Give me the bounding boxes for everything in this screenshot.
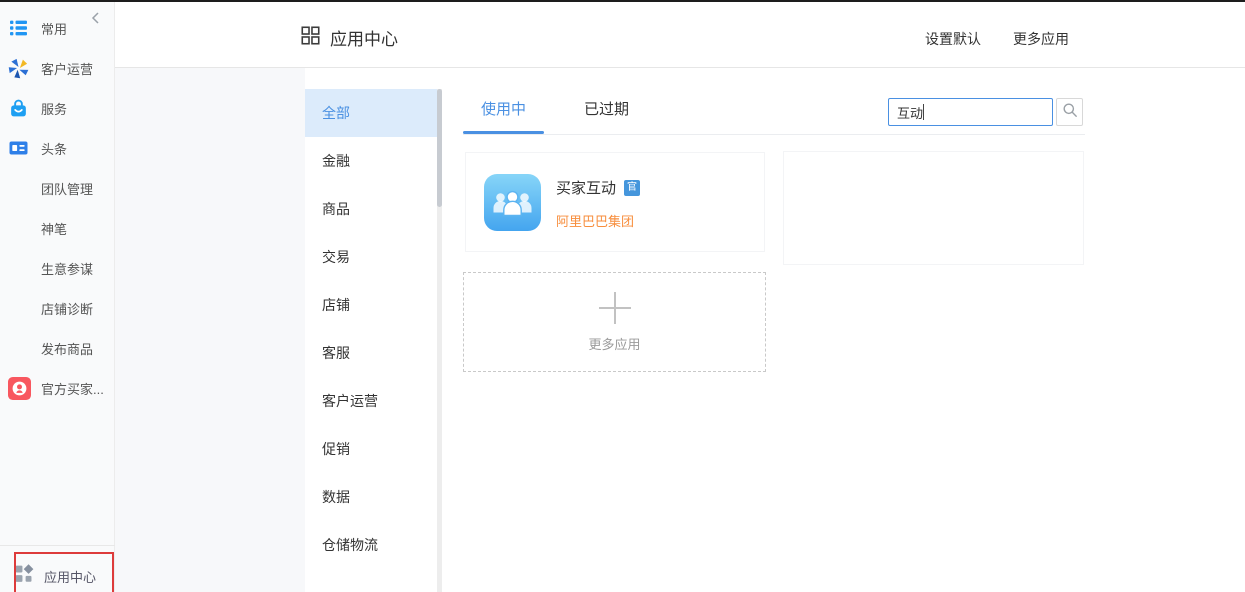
app-card-interactive-service-window[interactable]: 互动服务窗 官 阿里巴巴集团 — [790, 152, 1077, 252]
list-icon — [8, 16, 34, 40]
more-apps-label: 更多应用 — [588, 334, 640, 353]
page-title: 应用中心 — [330, 25, 398, 50]
chat-window-app-icon — [809, 174, 866, 231]
category-goods[interactable]: 商品 — [305, 185, 438, 233]
category-scrollbar[interactable] — [437, 89, 442, 592]
page-title-wrap: 应用中心 — [301, 25, 398, 50]
sidebar-item-publish-product[interactable]: 发布商品 — [0, 328, 114, 368]
sidebar-item-business-advisor[interactable]: 生意参谋 — [0, 248, 114, 288]
tabs-divider — [463, 134, 1085, 135]
sidebar-item-magic-pen[interactable]: 神笔 — [0, 208, 114, 248]
search-icon — [1062, 102, 1078, 123]
app-center-window: 常用 客户运营 — [0, 0, 1245, 592]
tab-expired[interactable]: 已过期 — [566, 89, 647, 134]
category-trade[interactable]: 交易 — [305, 233, 438, 281]
category-all[interactable]: 全部 — [305, 89, 438, 137]
category-scrollbar-thumb[interactable] — [437, 89, 442, 207]
app-card-buyer-interaction[interactable]: 买家互动 官 阿里巴巴集团 — [465, 152, 765, 252]
pin-icon[interactable] — [1038, 169, 1060, 191]
app-center-icon — [13, 563, 34, 589]
more-apps-button[interactable]: 更多应用 — [1013, 29, 1069, 49]
sidebar-item-headlines[interactable]: 头条 — [0, 128, 114, 168]
sidebar-divider — [0, 545, 115, 546]
category-data[interactable]: 数据 — [305, 473, 438, 521]
sidebar-item-label: 应用中心 — [44, 567, 96, 586]
app-name: 买家互动 — [556, 177, 616, 198]
sidebar-item-label: 神笔 — [41, 219, 67, 238]
app-tabs: 使用中 已过期 — [463, 89, 647, 134]
app-vendor-link[interactable]: 阿里巴巴集团 — [881, 211, 980, 230]
grid-icon — [301, 26, 320, 50]
sidebar-item-label: 客户运营 — [41, 59, 93, 78]
app-name: 互动服务窗 — [881, 177, 956, 198]
people-app-icon — [484, 174, 541, 231]
more-apps-card[interactable]: 更多应用 — [463, 272, 766, 372]
official-badge: 官 — [624, 180, 640, 196]
tab-in-use[interactable]: 使用中 — [463, 89, 544, 134]
collapse-sidebar-icon[interactable] — [88, 10, 104, 26]
sidebar-item-label: 生意参谋 — [41, 259, 93, 278]
news-card-icon — [8, 136, 34, 160]
sidebar-item-label: 常用 — [41, 19, 67, 38]
sidebar-item-label: 服务 — [41, 99, 67, 118]
sidebar-item-team-management[interactable]: 团队管理 — [0, 168, 114, 208]
category-list: 全部 金融 商品 交易 店铺 客服 客户运营 促销 数据 仓储物流 — [305, 89, 438, 592]
sidebar-item-label: 头条 — [41, 139, 67, 158]
main-sidebar: 常用 客户运营 — [0, 2, 115, 592]
bag-icon — [8, 96, 34, 120]
set-default-button[interactable]: 设置默认 — [925, 29, 981, 49]
pinwheel-icon — [8, 56, 34, 80]
category-warehouse-logistics[interactable]: 仓储物流 — [305, 521, 438, 569]
category-promotion[interactable]: 促销 — [305, 425, 438, 473]
category-shop[interactable]: 店铺 — [305, 281, 438, 329]
text-cursor — [923, 104, 924, 120]
sidebar-item-service[interactable]: 服务 — [0, 88, 114, 128]
sidebar-nav: 常用 客户运营 — [0, 2, 114, 408]
sidebar-item-label: 官方买家... — [41, 379, 104, 398]
mascot-icon — [8, 376, 34, 400]
search-button[interactable] — [1056, 98, 1083, 126]
category-customer-ops[interactable]: 客户运营 — [305, 377, 438, 425]
category-finance[interactable]: 金融 — [305, 137, 438, 185]
sidebar-item-label: 发布商品 — [41, 339, 93, 358]
sidebar-item-official-buyer[interactable]: 官方买家... — [0, 368, 114, 408]
content-left-gutter — [115, 68, 305, 592]
sidebar-item-shop-diagnosis[interactable]: 店铺诊断 — [0, 288, 114, 328]
sidebar-item-label: 店铺诊断 — [41, 299, 93, 318]
sidebar-item-customer-ops[interactable]: 客户运营 — [0, 48, 114, 88]
app-vendor-link[interactable]: 阿里巴巴集团 — [556, 211, 640, 230]
official-badge: 官 — [964, 180, 980, 196]
sidebar-item-label: 团队管理 — [41, 179, 93, 198]
page-header: 应用中心 设置默认 更多应用 — [115, 2, 1245, 68]
category-customer-service[interactable]: 客服 — [305, 329, 438, 377]
plus-icon — [599, 292, 631, 324]
sidebar-item-app-center[interactable]: 应用中心 — [0, 558, 115, 592]
search-input[interactable] — [888, 98, 1053, 126]
